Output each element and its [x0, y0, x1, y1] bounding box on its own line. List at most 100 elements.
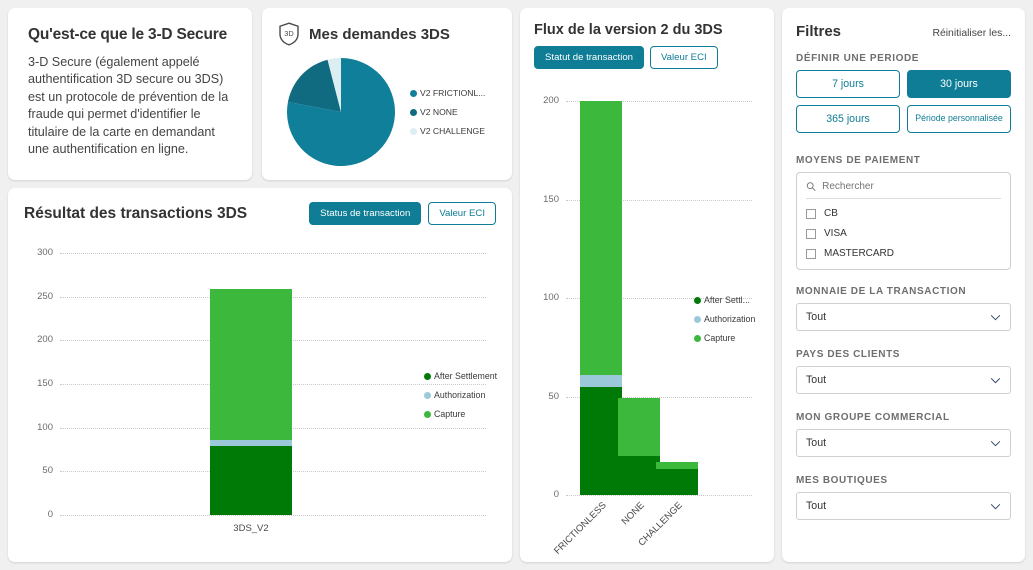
chart-legend-item[interactable]: After Settl... [694, 295, 755, 305]
payment-option-row[interactable]: MASTERCARD [806, 248, 1001, 259]
pie-legend-item[interactable]: V2 FRICTIONL... [410, 88, 485, 98]
commercial-group-select[interactable]: Tout [796, 429, 1011, 457]
checkbox-mastercard[interactable] [806, 248, 816, 259]
pie-chart-svg [287, 58, 395, 166]
chart-legend-item[interactable]: After Settlement [424, 371, 497, 381]
chart-legend-label: After Settlement [434, 371, 498, 381]
legend-dot-icon [424, 372, 431, 380]
pie-legend-label: V2 FRICTIONL... [420, 88, 486, 98]
bar-segment[interactable] [617, 455, 660, 495]
pie-legend-item[interactable]: V2 CHALLENGE [410, 126, 485, 136]
currency-select[interactable]: Tout [796, 303, 1011, 331]
checkbox-visa[interactable] [806, 228, 816, 239]
chart-legend-item[interactable]: Authorization [694, 314, 755, 324]
bar-segment[interactable] [655, 461, 698, 470]
filters-title: Filtres [796, 23, 842, 40]
bar-segment[interactable] [617, 398, 660, 456]
y-axis-tick: 200 [543, 95, 559, 106]
gridline [60, 515, 486, 516]
chevron-down-icon [990, 440, 1001, 446]
payment-option-label: MASTERCARD [824, 248, 895, 259]
y-axis-tick: 0 [47, 509, 53, 520]
y-axis-tick: 150 [37, 378, 53, 389]
bar-segment[interactable] [210, 288, 292, 440]
period-button-1[interactable]: 30 jours [907, 70, 1011, 98]
chevron-down-icon [990, 503, 1001, 509]
flux-tab-1[interactable]: Valeur ECI [650, 46, 718, 69]
country-select[interactable]: Tout [796, 366, 1011, 394]
x-axis-label: 3DS_V2 [233, 523, 269, 534]
reset-filters-link[interactable]: Réinitialiser les... [932, 28, 1011, 39]
chart-legend-item[interactable]: Capture [694, 333, 755, 343]
pie-legend-label: V2 CHALLENGE [420, 126, 485, 136]
pie-legend-item[interactable]: V2 NONE [410, 107, 485, 117]
shield-icon-text: 3D [284, 29, 293, 38]
transaction-result-header: Résultat des transactions 3DS Status de … [24, 202, 496, 225]
bar-segment[interactable] [580, 101, 622, 375]
currency-select-value: Tout [806, 311, 827, 323]
y-axis-tick: 0 [553, 489, 559, 500]
flux-tab-0[interactable]: Statut de transaction [534, 46, 644, 69]
pie-card-title: Mes demandes 3DS [309, 25, 450, 43]
country-section-label: PAYS DES CLIENTS [796, 349, 901, 360]
chevron-down-icon [990, 314, 1001, 320]
filters-header: Filtres Réinitialiser les... [796, 23, 1011, 40]
chart-legend: After Settl... Authorization Capture [694, 295, 755, 343]
bar-segment[interactable] [210, 446, 292, 515]
payment-search-input[interactable] [822, 181, 1001, 192]
flux-chart: 0 50 100 150 200 FRICTIONLESS NONE CHALLENGE Aft… [534, 85, 760, 557]
payment-option-row[interactable]: VISA [806, 228, 1001, 239]
gridline [566, 495, 752, 496]
y-axis-tick: 50 [42, 465, 53, 477]
legend-dot-icon [410, 108, 417, 116]
chart-legend-item[interactable]: Authorization [424, 390, 497, 400]
pie-chart [276, 54, 406, 170]
payment-option-label: CB [824, 208, 838, 219]
bar-segment[interactable] [580, 386, 622, 495]
period-button-3[interactable]: Période personnalisée [907, 105, 1011, 133]
y-axis-tick: 250 [37, 290, 53, 302]
dashboard-page: Qu'est-ce que le 3-D Secure 3-D Secure (… [0, 0, 1033, 570]
bar-column[interactable] [210, 253, 292, 515]
chart-legend-item[interactable]: Capture [424, 409, 497, 419]
payment-options-list: CB VISA MASTERCARD [806, 208, 1001, 259]
transaction-result-tabs: Status de transaction Valeur ECI [309, 202, 496, 225]
country-select-value: Tout [806, 374, 827, 386]
y-axis-tick: 300 [37, 247, 53, 258]
period-button-group: 7 jours 30 jours 365 jours Période personna… [796, 70, 1011, 133]
flux-card: Flux de la version 2 du 3DS Statut de tr… [520, 8, 774, 562]
y-axis-tick: 100 [543, 292, 559, 303]
y-axis-tick: 200 [37, 334, 53, 346]
pie-card-header: 3D Mes demandes 3DS [278, 22, 498, 46]
pie-chart-legend: V2 FRICTIONL... V2 NONE V2 CHALLENGE [410, 88, 485, 136]
transaction-result-card: Résultat des transactions 3DS Status de … [8, 188, 512, 562]
legend-dot-icon [694, 315, 701, 323]
info-card-body: 3-D Secure (également appelé authentific… [28, 55, 229, 156]
transaction-result-tab-0[interactable]: Status de transaction [309, 202, 422, 225]
legend-dot-icon [694, 334, 701, 342]
period-button-0[interactable]: 7 jours [796, 70, 900, 98]
legend-dot-icon [694, 296, 701, 304]
period-section-label: DÉFINIR UNE PERIODE [796, 53, 920, 64]
payment-option-row[interactable]: CB [806, 208, 1001, 219]
payment-search-row[interactable] [806, 181, 1001, 199]
transaction-result-chart: 0 50 100 150 200 250 300 3DS_V2 After Settlement… [24, 243, 497, 553]
bar-segment[interactable] [210, 439, 292, 447]
bar-segment[interactable] [580, 374, 622, 387]
chart-legend-label: Capture [434, 409, 466, 419]
shops-select[interactable]: Tout [796, 492, 1011, 520]
flux-card-tabs: Statut de transaction Valeur ECI [534, 46, 760, 69]
legend-dot-icon [410, 89, 417, 97]
checkbox-cb[interactable] [806, 208, 816, 219]
bar-segment[interactable] [655, 469, 698, 495]
period-button-2[interactable]: 365 jours [796, 105, 900, 133]
bar-column[interactable] [617, 101, 660, 495]
bar-column[interactable] [580, 101, 622, 495]
shops-section-label: MES BOUTIQUES [796, 475, 888, 486]
y-axis-tick: 50 [548, 390, 559, 402]
chart-legend-label: After Settl... [704, 295, 750, 305]
legend-dot-icon [410, 127, 417, 135]
info-card: Qu'est-ce que le 3-D Secure 3-D Secure (… [8, 8, 252, 180]
transaction-result-tab-1[interactable]: Valeur ECI [428, 202, 496, 225]
bar-column[interactable] [655, 101, 698, 495]
